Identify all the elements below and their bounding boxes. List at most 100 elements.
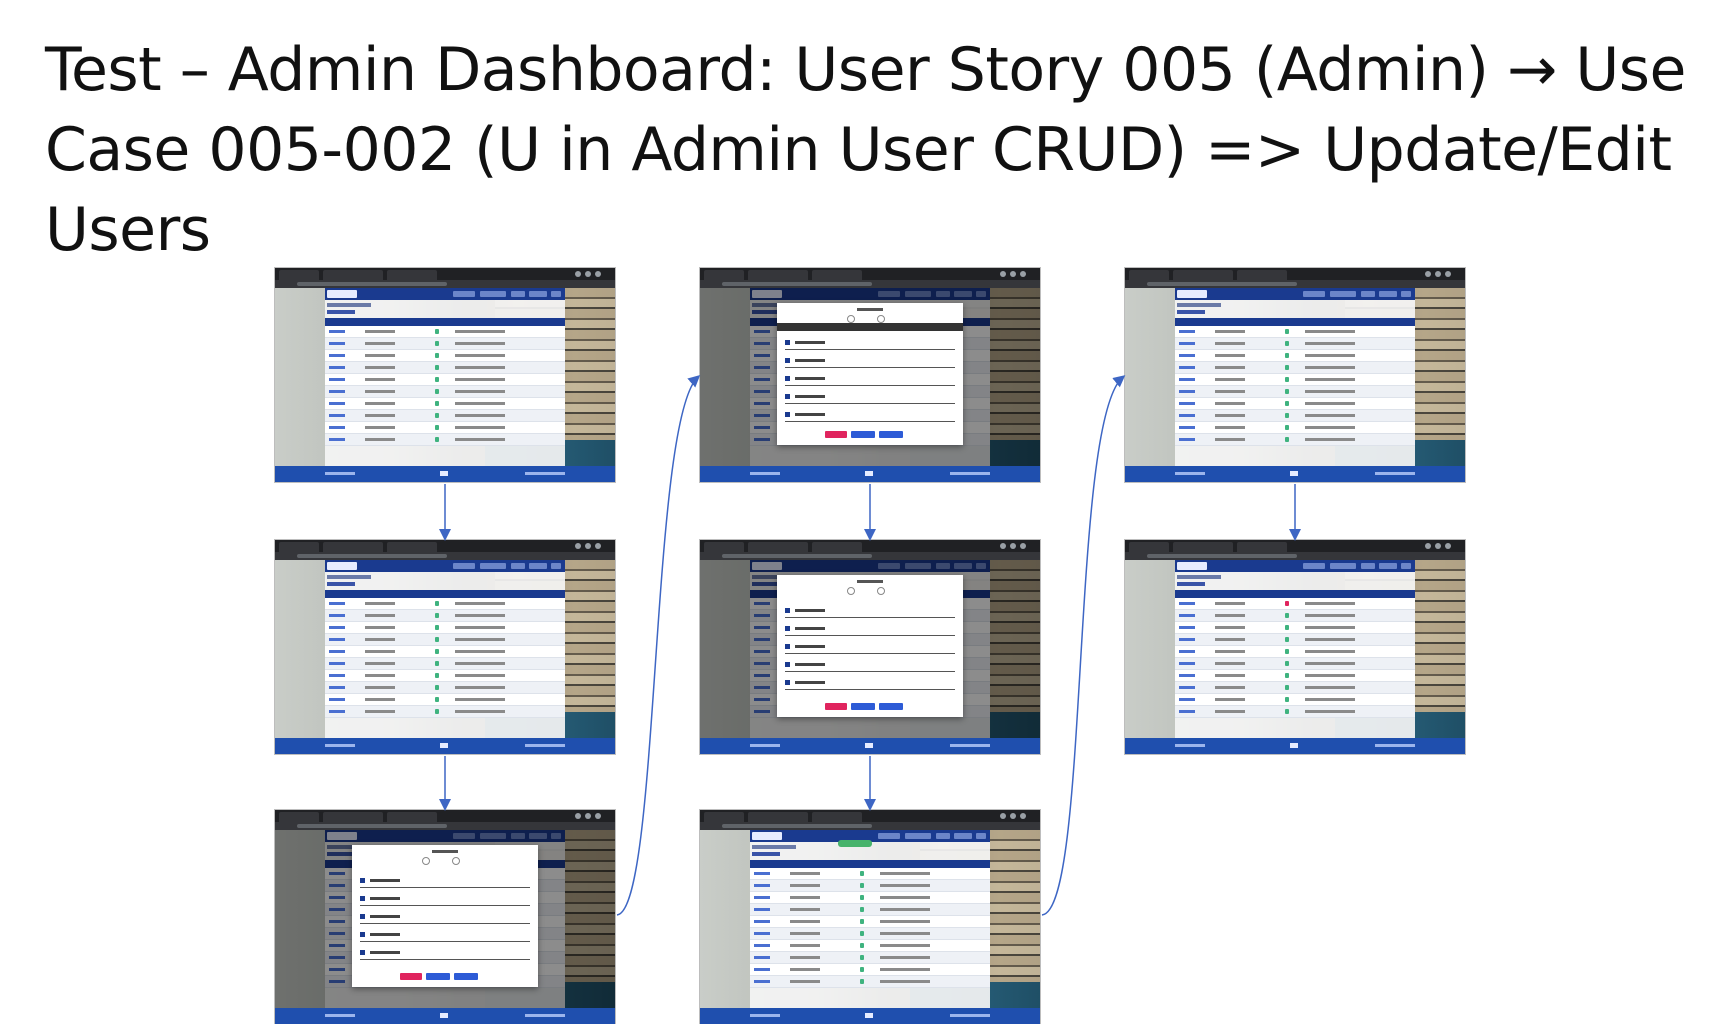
table-row[interactable]	[1175, 598, 1415, 610]
browser-tab[interactable]	[748, 270, 808, 280]
nav-link[interactable]	[976, 833, 986, 839]
nav-link[interactable]	[529, 291, 547, 297]
table-row[interactable]	[1175, 682, 1415, 694]
password-field[interactable]	[785, 373, 955, 386]
table-row[interactable]	[1175, 622, 1415, 634]
browser-tab[interactable]	[812, 812, 862, 822]
email-field[interactable]	[785, 409, 955, 422]
browser-tab[interactable]	[1237, 542, 1287, 552]
username-link[interactable]	[329, 698, 345, 701]
username-link[interactable]	[329, 414, 345, 417]
username-link[interactable]	[1179, 614, 1195, 617]
username-link[interactable]	[754, 944, 770, 947]
table-row[interactable]	[750, 880, 990, 892]
first-name-field[interactable]	[785, 605, 955, 618]
table-row[interactable]	[325, 706, 565, 718]
pagination[interactable]	[327, 310, 355, 314]
window-control-icon[interactable]	[585, 813, 591, 819]
username-link[interactable]	[1179, 330, 1195, 333]
nav-link[interactable]	[1361, 291, 1375, 297]
table-row[interactable]	[325, 350, 565, 362]
nav-link[interactable]	[1379, 563, 1397, 569]
breadcrumb[interactable]	[1177, 303, 1221, 307]
username-link[interactable]	[329, 650, 345, 653]
username-link[interactable]	[1179, 662, 1195, 665]
table-row[interactable]	[325, 610, 565, 622]
inactive-radio[interactable]	[422, 857, 430, 865]
username-link[interactable]	[329, 626, 345, 629]
browser-tab[interactable]	[748, 812, 808, 822]
browser-urlbar[interactable]	[1125, 280, 1465, 288]
delete-button[interactable]	[825, 703, 847, 710]
browser-tab[interactable]	[387, 812, 437, 822]
browser-urlbar[interactable]	[275, 822, 615, 830]
browser-tab[interactable]	[1173, 270, 1233, 280]
table-row[interactable]	[750, 976, 990, 988]
app-logo[interactable]	[1177, 562, 1207, 570]
table-row[interactable]	[1175, 350, 1415, 362]
password-confirm-field[interactable]	[785, 659, 955, 672]
nav-link[interactable]	[1303, 563, 1325, 569]
window-control-icon[interactable]	[575, 543, 581, 549]
username-link[interactable]	[1179, 390, 1195, 393]
table-row[interactable]	[1175, 386, 1415, 398]
update-button[interactable]	[851, 703, 875, 710]
browser-urlbar[interactable]	[275, 552, 615, 560]
browser-tab[interactable]	[748, 542, 808, 552]
window-control-icon[interactable]	[575, 271, 581, 277]
nav-link[interactable]	[1401, 563, 1411, 569]
window-control-icon[interactable]	[1010, 813, 1016, 819]
breadcrumb[interactable]	[327, 303, 371, 307]
username-link[interactable]	[1179, 438, 1195, 441]
last-name-field[interactable]	[785, 623, 955, 636]
table-row[interactable]	[325, 658, 565, 670]
table-row[interactable]	[325, 326, 565, 338]
browser-urlbar[interactable]	[700, 280, 1040, 288]
update-button[interactable]	[426, 973, 450, 980]
window-control-icon[interactable]	[1000, 813, 1006, 819]
nav-link[interactable]	[1379, 291, 1397, 297]
browser-tab[interactable]	[323, 542, 383, 552]
window-control-icon[interactable]	[1435, 271, 1441, 277]
breadcrumb[interactable]	[752, 845, 796, 849]
pagination[interactable]	[1177, 582, 1205, 586]
username-link[interactable]	[1179, 698, 1195, 701]
table-row[interactable]	[325, 622, 565, 634]
table-row[interactable]	[1175, 646, 1415, 658]
app-logo[interactable]	[327, 290, 357, 298]
username-link[interactable]	[754, 920, 770, 923]
browser-tab[interactable]	[1173, 542, 1233, 552]
username-link[interactable]	[329, 686, 345, 689]
browser-tab[interactable]	[704, 812, 744, 822]
nav-link[interactable]	[453, 291, 475, 297]
username-link[interactable]	[1179, 426, 1195, 429]
table-row[interactable]	[325, 374, 565, 386]
table-row[interactable]	[750, 892, 990, 904]
nav-link[interactable]	[480, 291, 506, 297]
window-control-icon[interactable]	[1020, 271, 1026, 277]
username-link[interactable]	[329, 402, 345, 405]
window-control-icon[interactable]	[1000, 271, 1006, 277]
table-row[interactable]	[750, 940, 990, 952]
browser-tab[interactable]	[1129, 542, 1169, 552]
username-link[interactable]	[1179, 378, 1195, 381]
browser-urlbar[interactable]	[700, 822, 1040, 830]
window-control-icon[interactable]	[1425, 543, 1431, 549]
email-field[interactable]	[360, 947, 530, 960]
window-control-icon[interactable]	[1020, 813, 1026, 819]
delete-button[interactable]	[400, 973, 422, 980]
username-link[interactable]	[329, 602, 345, 605]
email-field[interactable]	[785, 677, 955, 690]
table-row[interactable]	[1175, 610, 1415, 622]
table-row[interactable]	[1175, 670, 1415, 682]
username-link[interactable]	[1179, 626, 1195, 629]
username-link[interactable]	[329, 366, 345, 369]
first-name-field[interactable]	[360, 875, 530, 888]
username-link[interactable]	[329, 662, 345, 665]
window-control-icon[interactable]	[1445, 543, 1451, 549]
window-control-icon[interactable]	[595, 543, 601, 549]
username-link[interactable]	[1179, 366, 1195, 369]
username-link[interactable]	[329, 390, 345, 393]
pagination[interactable]	[1177, 310, 1205, 314]
username-link[interactable]	[754, 884, 770, 887]
